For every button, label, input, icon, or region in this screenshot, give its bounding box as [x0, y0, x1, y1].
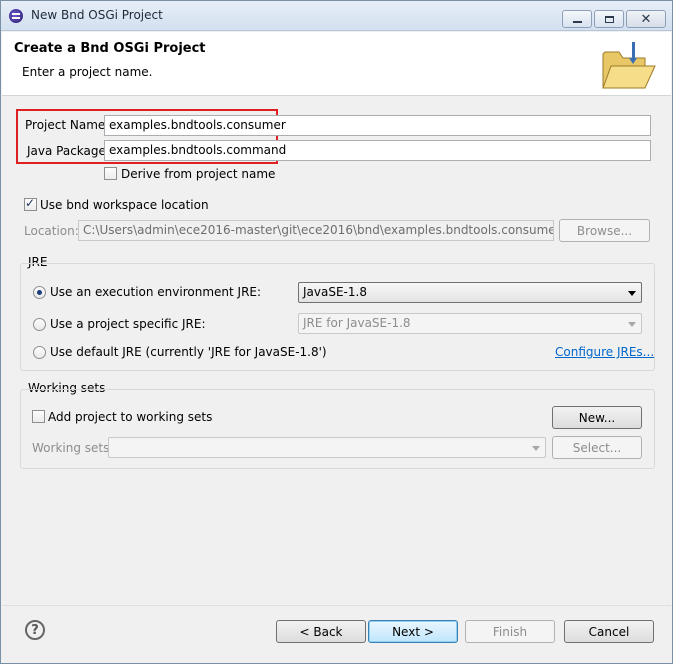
finish-button[interactable]: Finish [465, 620, 555, 643]
minimize-button[interactable] [562, 10, 592, 28]
project-specific-radio[interactable] [33, 318, 46, 331]
banner-description: Enter a project name. [22, 65, 153, 79]
java-package-input[interactable]: examples.bndtools.command [104, 140, 651, 161]
minimize-icon [572, 21, 582, 23]
maximize-icon [604, 15, 614, 23]
workspace-label: Use bnd workspace location [40, 198, 209, 212]
new-working-set-button[interactable]: New... [552, 406, 642, 429]
footer-separator [2, 605, 671, 606]
maximize-button[interactable] [594, 10, 624, 28]
project-specific-value: JRE for JavaSE-1.8 [303, 316, 411, 330]
default-jre-label: Use default JRE (currently 'JRE for Java… [50, 345, 327, 359]
eclipse-icon [9, 9, 23, 23]
window-title: New Bnd OSGi Project [31, 8, 163, 22]
working-sets-label: Working sets: [32, 441, 114, 455]
derive-checkbox[interactable] [104, 167, 117, 180]
working-sets-combo[interactable] [108, 437, 546, 458]
location-input[interactable]: C:\Users\admin\ece2016-master\git\ece201… [78, 220, 554, 241]
configure-jres-link[interactable]: Configure JREs... [555, 345, 654, 359]
exec-env-radio[interactable] [33, 286, 46, 299]
exec-env-value: JavaSE-1.8 [303, 285, 367, 299]
select-working-set-button[interactable]: Select... [552, 436, 642, 459]
add-working-sets-checkbox[interactable] [32, 410, 45, 423]
exec-env-label: Use an execution environment JRE: [50, 285, 262, 299]
derive-label: Derive from project name [121, 167, 276, 181]
close-button[interactable]: ✕ [626, 10, 666, 28]
chevron-down-icon [532, 446, 540, 451]
wizard-banner: Create a Bnd OSGi Project Enter a projec… [2, 32, 671, 96]
help-icon[interactable]: ? [25, 620, 45, 640]
cancel-button[interactable]: Cancel [564, 620, 654, 643]
close-icon: ✕ [640, 11, 652, 27]
title-bar: New Bnd OSGi Project ✕ [1, 1, 672, 31]
add-working-sets-label: Add project to working sets [48, 410, 213, 424]
project-specific-combo[interactable]: JRE for JavaSE-1.8 [298, 313, 642, 334]
dialog-window: New Bnd OSGi Project ✕ Create a Bnd OSGi… [0, 0, 673, 664]
caption-buttons: ✕ [562, 10, 666, 28]
banner-title: Create a Bnd OSGi Project [14, 41, 206, 56]
chevron-down-icon [628, 291, 636, 296]
default-jre-radio[interactable] [33, 346, 46, 359]
workspace-checkbox[interactable] [24, 196, 37, 211]
next-button[interactable]: Next > [368, 620, 458, 643]
project-name-input[interactable]: examples.bndtools.consumer [104, 115, 651, 136]
chevron-down-icon [628, 322, 636, 327]
folder-wizard-icon [602, 42, 656, 89]
location-label: Location: [24, 224, 79, 238]
browse-button[interactable]: Browse... [559, 219, 650, 242]
java-package-label: Java Package: [27, 144, 110, 158]
project-name-label: Project Name: [25, 118, 110, 132]
exec-env-combo[interactable]: JavaSE-1.8 [298, 282, 642, 303]
project-specific-label: Use a project specific JRE: [50, 317, 206, 331]
back-button[interactable]: < Back [276, 620, 366, 643]
